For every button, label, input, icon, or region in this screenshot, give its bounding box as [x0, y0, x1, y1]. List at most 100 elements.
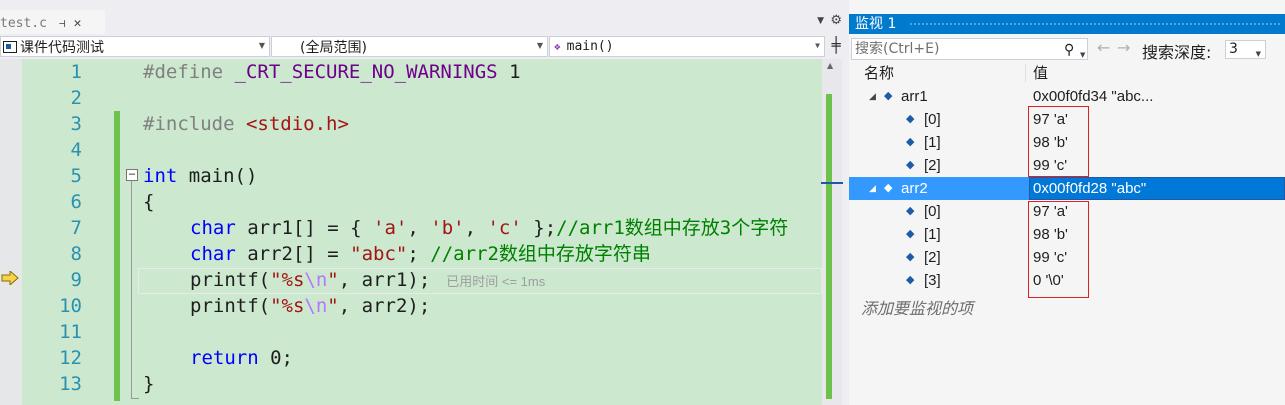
code-line-1: #define _CRT_SECURE_NO_WARNINGS 1 [143, 59, 521, 85]
watch-row-arr2[interactable]: ◢ ◆ arr2 0x00f0fd28 "abc" [849, 177, 1285, 200]
line-number: 8 [70, 243, 82, 265]
code-line-9: printf("%s\n", arr1); 已用时间 <= 1ms [190, 267, 545, 293]
split-editor-button[interactable]: ╪ [826, 36, 846, 57]
function-signature: main() [177, 165, 258, 187]
scrollbar-thumb[interactable] [826, 94, 832, 399]
escape-sequence: \n [304, 295, 328, 317]
code-line-13: } [143, 371, 154, 397]
include-header: <stdio.h> [245, 113, 349, 135]
string-literal: " [327, 269, 339, 291]
column-value-header[interactable]: 值 [1033, 62, 1048, 84]
chevron-down-icon: ▼ [815, 41, 820, 50]
separator: , [464, 217, 488, 239]
search-placeholder: 搜索(Ctrl+E) [855, 41, 940, 57]
line-number: 9 [70, 269, 82, 291]
macro-name: _CRT_SECURE_NO_WARNINGS [234, 61, 498, 83]
close-icon[interactable]: ✕ [74, 16, 82, 31]
line-number: 6 [70, 191, 82, 213]
line-number: 5 [70, 165, 82, 187]
watch-row-arr1[interactable]: ◢ ◆ arr1 0x00f0fd34 "abc... [849, 85, 1285, 108]
add-watch-item[interactable]: 添加要监视的项 [861, 295, 973, 319]
char-literal: 'a' [373, 217, 408, 239]
project-dropdown[interactable]: 课件代码测试 ▼ [0, 36, 270, 57]
escape-sequence: \n [304, 269, 328, 291]
highlight-box-arr1 [1028, 106, 1089, 177]
function-dropdown[interactable]: ❖ main() ▼ [549, 36, 825, 57]
project-label: 课件代码测试 [20, 39, 104, 56]
watch-name: [1] [924, 134, 941, 151]
code-line-12: return 0; [190, 345, 293, 371]
expand-triangle-icon[interactable]: ◢ [869, 177, 876, 200]
variable-icon: ◆ [906, 136, 915, 148]
watch-name: [0] [924, 203, 941, 220]
change-tracking-bar [114, 111, 120, 401]
declaration: arr1[] = { [235, 217, 374, 239]
variable-icon: ◆ [906, 228, 915, 240]
watch-window: 监视 1 搜索(Ctrl+E) ⚲ ▼ ← → 搜索深度: 3 ▼ 名称 值 ◢ [849, 0, 1285, 405]
comment: //arr1数组中存放3个字符 [556, 217, 789, 239]
keyword: char [190, 243, 236, 265]
watch-title-bar[interactable]: 监视 1 [849, 14, 1285, 34]
scope-dropdown[interactable]: (全局范围) ▼ [271, 36, 548, 57]
tab-test-c[interactable]: test.c ⊣ ✕ [0, 10, 105, 34]
gear-icon[interactable]: ⚙ [830, 13, 842, 28]
pin-icon[interactable]: ⊣ [59, 17, 66, 30]
forward-arrow-icon[interactable]: → [1117, 38, 1130, 57]
search-depth-dropdown[interactable]: 3 ▼ [1225, 40, 1266, 59]
statement-end: ; [407, 243, 431, 265]
variable-icon: ◆ [906, 251, 915, 263]
scrollbar-caret-marker [821, 182, 843, 184]
line-number: 11 [59, 321, 82, 343]
code-line-6: { [143, 189, 154, 215]
fold-guide-end [131, 398, 139, 399]
execution-pointer-icon [1, 271, 19, 285]
watch-value[interactable]: 0x00f0fd34 "abc... [1033, 85, 1153, 108]
collapse-icon[interactable]: − [126, 168, 138, 181]
line-number: 2 [70, 87, 82, 109]
line-number: 3 [70, 113, 82, 135]
brace: } [143, 373, 155, 395]
variable-icon: ◆ [884, 90, 893, 102]
perf-tip: 已用时间 <= 1ms [446, 274, 546, 289]
variable-icon: ◆ [906, 159, 915, 171]
expand-triangle-icon[interactable]: ◢ [869, 85, 876, 108]
back-arrow-icon[interactable]: ← [1097, 38, 1110, 57]
tab-label: test.c [0, 15, 47, 31]
search-icon[interactable]: ⚲ [1064, 40, 1074, 60]
brace: { [143, 191, 155, 213]
separator: , [407, 217, 431, 239]
string-literal: "%s [270, 295, 305, 317]
code-line-3: #include <stdio.h> [143, 111, 349, 137]
code-area[interactable]: 1 2 3 4 5 6 7 8 9 10 11 12 13 − #define … [0, 59, 822, 405]
column-name-header[interactable]: 名称 [864, 62, 894, 84]
preprocessor-directive: #include [143, 113, 246, 135]
column-divider[interactable] [1025, 64, 1026, 82]
watch-column-header: 名称 值 [849, 62, 1285, 84]
vertical-scrollbar[interactable]: ▲ [821, 59, 843, 405]
string-literal: " [327, 295, 339, 317]
code-line-10: printf("%s\n", arr2); [190, 293, 430, 319]
macro-value: 1 [497, 61, 521, 83]
watch-name: arr2 [901, 180, 928, 197]
watch-name: [3] [924, 272, 941, 289]
comment: //arr2数组中存放字符串 [430, 243, 651, 265]
code-editor-pane: test.c ⊣ ✕ ▼ ⚙ 课件代码测试 ▼ (全局范围) ▼ ❖ main(… [0, 0, 846, 405]
glyph-margin[interactable] [0, 59, 22, 405]
scroll-up-icon[interactable]: ▲ [827, 61, 833, 70]
function-call: printf( [190, 269, 271, 291]
line-number: 12 [59, 347, 82, 369]
watch-search-input[interactable]: 搜索(Ctrl+E) ⚲ ▼ [851, 38, 1088, 60]
line-number: 10 [59, 295, 82, 317]
watch-title: 监视 1 [855, 16, 897, 32]
watch-value[interactable]: 0x00f0fd28 "abc" [1033, 177, 1146, 200]
keyword: char [190, 217, 236, 239]
function-call: printf( [190, 295, 271, 317]
variable-icon: ◆ [906, 113, 915, 125]
tab-dropdown-icon[interactable]: ▼ [817, 16, 824, 26]
char-literal: 'c' [487, 217, 522, 239]
chevron-down-icon: ▼ [1255, 50, 1261, 58]
variable-icon: ◆ [906, 205, 915, 217]
statement-end: }; [521, 217, 557, 239]
string-literal: "abc" [350, 243, 408, 265]
navigation-bar: 课件代码测试 ▼ (全局范围) ▼ ❖ main() ▼ ╪ [0, 36, 846, 58]
